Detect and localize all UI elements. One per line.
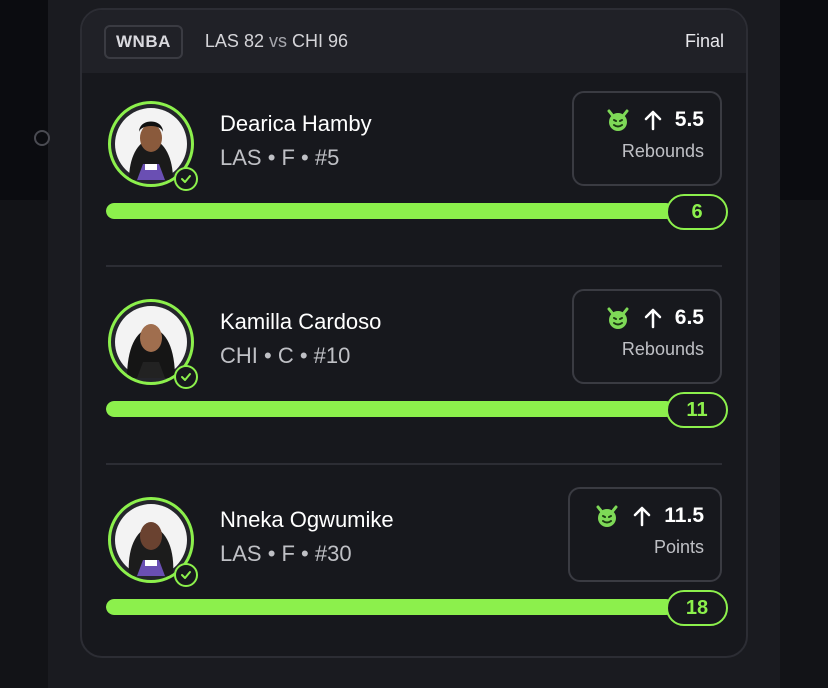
away-team: LAS <box>204 31 239 51</box>
progress-fill <box>106 401 674 417</box>
player-meta: LAS • F • #5 <box>220 145 340 170</box>
pick-line-value: 5.5 <box>674 108 704 131</box>
player-avatar <box>108 101 198 191</box>
game-card[interactable]: WNBA LAS 82 vs CHI 96 Final Dearica Hamb… <box>80 8 748 658</box>
up-arrow-icon <box>644 308 662 329</box>
vs-label: vs <box>268 31 287 51</box>
pick-stat: Points <box>653 537 704 557</box>
player-meta: LAS • F • #30 <box>220 541 352 566</box>
progress-fill <box>106 203 674 219</box>
devil-icon <box>607 109 629 131</box>
player-avatar <box>108 299 198 389</box>
league-badge: WNBA <box>104 24 183 59</box>
check-icon <box>174 365 198 389</box>
divider <box>106 463 722 465</box>
matchup: LAS 82 vs CHI 96 <box>205 31 348 52</box>
game-status: Final <box>684 31 724 51</box>
progress-bar <box>106 203 674 219</box>
home-team: CHI <box>292 31 323 51</box>
away-score: 82 <box>243 31 264 51</box>
pick-line-value: 11.5 <box>664 504 704 527</box>
card-header: WNBA LAS 82 vs CHI 96 Final <box>82 10 746 73</box>
progress-fill <box>106 599 674 615</box>
player-photo-icon <box>129 121 173 180</box>
divider <box>106 265 722 267</box>
player-name: Nneka Ogwumike <box>220 507 394 532</box>
pick-box[interactable]: 6.5 Rebounds <box>572 289 722 384</box>
edge-circle-icon <box>34 130 50 146</box>
pick-line-value: 6.5 <box>674 306 704 329</box>
home-score: 96 <box>328 31 349 51</box>
pick-stat: Rebounds <box>621 339 704 359</box>
player-meta: CHI • C • #10 <box>220 343 351 368</box>
player-row[interactable]: Kamilla Cardoso CHI • C • #10 6.5 Reboun… <box>82 271 746 469</box>
player-photo-icon <box>127 324 175 378</box>
check-icon <box>174 563 198 587</box>
edge-right <box>780 200 828 688</box>
up-arrow-icon <box>644 110 662 131</box>
player-photo-icon <box>128 522 174 576</box>
pick-stat: Rebounds <box>621 141 704 161</box>
result-pill: 6 <box>666 194 728 230</box>
check-icon <box>174 167 198 191</box>
player-avatar <box>108 497 198 587</box>
up-arrow-icon <box>634 506 651 527</box>
pick-box[interactable]: 5.5 Rebounds <box>572 91 722 186</box>
pick-box[interactable]: 11.5 Points <box>568 487 722 582</box>
progress-bar <box>106 401 674 417</box>
player-name: Dearica Hamby <box>220 111 372 136</box>
player-row[interactable]: Dearica Hamby LAS • F • #5 5.5 Rebounds … <box>82 73 746 271</box>
player-name: Kamilla Cardoso <box>220 309 382 334</box>
player-row[interactable]: Nneka Ogwumike LAS • F • #30 11.5 Points… <box>82 469 746 656</box>
progress-bar <box>106 599 674 615</box>
edge-left <box>0 200 48 688</box>
result-pill: 18 <box>666 590 728 626</box>
result-pill: 11 <box>666 392 728 428</box>
devil-icon <box>596 505 618 527</box>
devil-icon <box>607 307 629 329</box>
